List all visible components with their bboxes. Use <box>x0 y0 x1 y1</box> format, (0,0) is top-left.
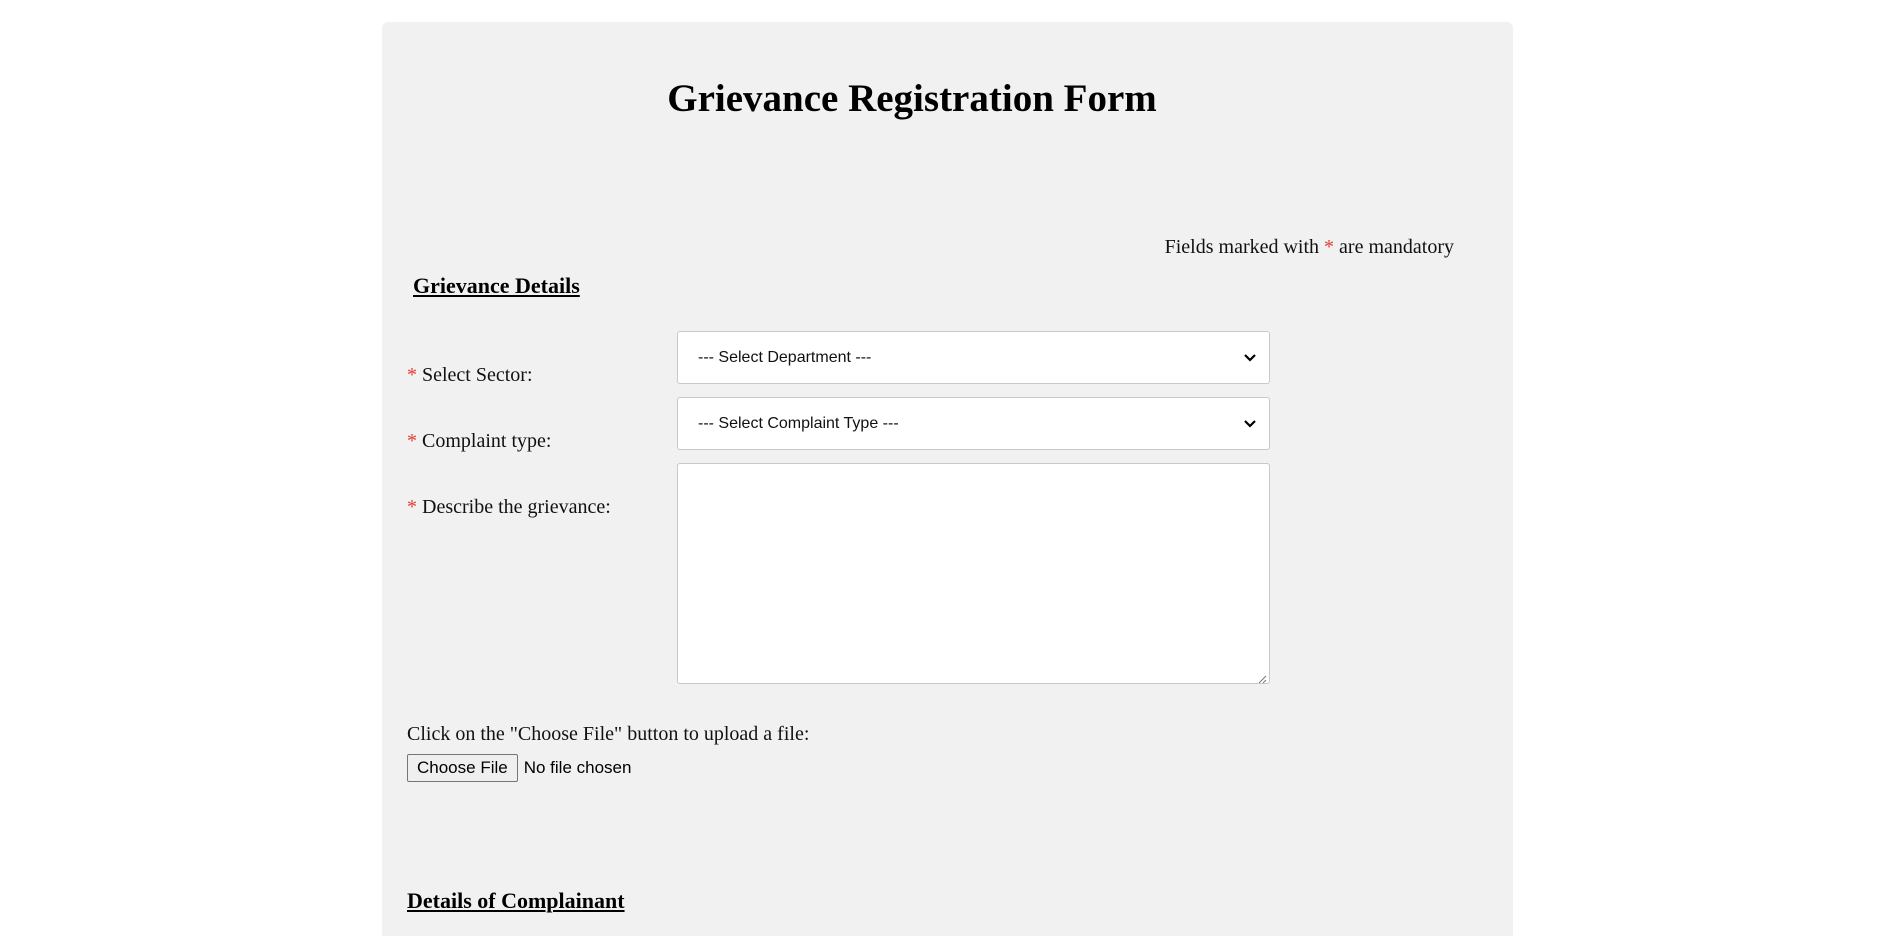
complainant-details-heading: Details of Complainant <box>407 888 625 913</box>
upload-instruction: Click on the "Choose File" button to upl… <box>407 723 810 745</box>
choose-file-button[interactable]: Choose File <box>407 754 518 782</box>
mandatory-note-suffix: are mandatory <box>1334 236 1454 258</box>
complaint-type-label-text: Complaint type: <box>417 430 552 452</box>
sector-label-text: Select Sector: <box>417 364 533 386</box>
complaint-type-select[interactable]: --- Select Complaint Type --- <box>677 397 1270 450</box>
grievance-details-heading: Grievance Details <box>413 273 580 298</box>
required-marker: * <box>407 430 417 452</box>
required-marker: * <box>1324 236 1335 258</box>
grievance-description-textarea[interactable] <box>677 463 1270 684</box>
form-panel: Grievance Registration Form Fields marke… <box>382 22 1513 936</box>
chevron-down-icon <box>1243 351 1257 365</box>
file-upload-control: Choose File No file chosen <box>407 754 631 782</box>
complaint-type-select-value: --- Select Complaint Type --- <box>698 414 899 432</box>
sector-select[interactable]: --- Select Department --- <box>677 331 1270 384</box>
resize-handle-icon[interactable] <box>1257 671 1267 684</box>
file-status-text: No file chosen <box>523 758 632 777</box>
page-title: Grievance Registration Form <box>667 77 1157 120</box>
mandatory-note-prefix: Fields marked with <box>1164 236 1325 258</box>
sector-select-value: --- Select Department --- <box>698 348 872 366</box>
mandatory-fields-note: Fields marked with * are mandatory <box>1165 235 1454 259</box>
chevron-down-icon <box>1243 417 1257 431</box>
description-label: * Describe the grievance: <box>407 495 611 519</box>
sector-label: * Select Sector: <box>407 363 533 387</box>
complaint-type-label: * Complaint type: <box>407 429 551 453</box>
required-marker: * <box>407 496 417 518</box>
required-marker: * <box>407 364 417 386</box>
description-label-text: Describe the grievance: <box>417 496 611 518</box>
